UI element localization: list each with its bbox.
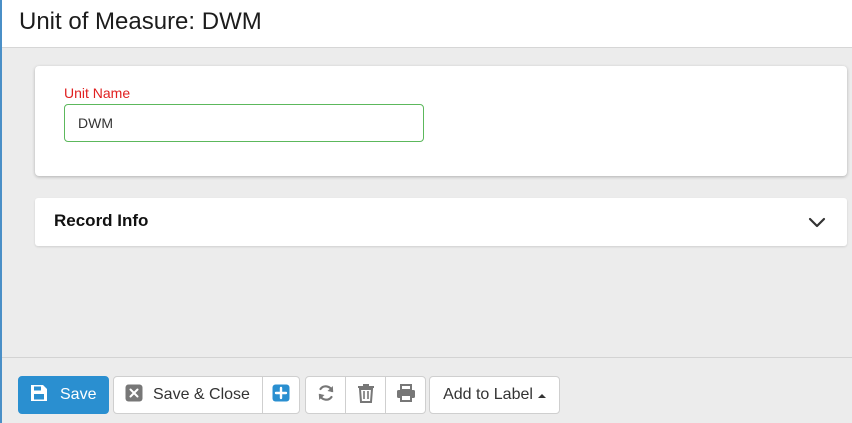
caret-up-icon bbox=[537, 394, 546, 398]
save-button[interactable]: Save bbox=[18, 376, 109, 414]
plus-box-icon bbox=[272, 384, 290, 407]
save-button-label: Save bbox=[60, 386, 97, 403]
unit-form-card: Unit Name bbox=[35, 66, 847, 176]
page-title: Unit of Measure: DWM bbox=[19, 8, 262, 35]
printer-icon bbox=[396, 383, 416, 408]
trash-icon bbox=[357, 383, 375, 408]
title-bar: Unit of Measure: DWM bbox=[2, 0, 852, 48]
footer-toolbar: Save Save & Close Add to Label bbox=[2, 357, 852, 423]
save-and-close-button[interactable]: Save & Close bbox=[113, 376, 263, 414]
refresh-button[interactable] bbox=[305, 376, 346, 414]
record-info-panel[interactable]: Record Info bbox=[35, 198, 847, 246]
save-and-close-label: Save & Close bbox=[153, 386, 250, 403]
close-box-icon bbox=[125, 384, 143, 407]
add-new-button[interactable] bbox=[262, 376, 300, 414]
unit-name-label: Unit Name bbox=[64, 85, 131, 101]
refresh-icon bbox=[316, 383, 336, 408]
chevron-down-icon[interactable] bbox=[807, 212, 827, 232]
add-to-label-text: Add to Label bbox=[443, 386, 533, 403]
record-info-title: Record Info bbox=[54, 211, 149, 230]
add-to-label-button[interactable]: Add to Label bbox=[429, 376, 560, 414]
delete-button[interactable] bbox=[345, 376, 386, 414]
floppy-disk-icon bbox=[30, 384, 48, 407]
uom-editor-page: Unit of Measure: DWM Unit Name Record In… bbox=[0, 0, 852, 423]
unit-name-input[interactable] bbox=[64, 104, 424, 142]
print-button[interactable] bbox=[385, 376, 426, 414]
